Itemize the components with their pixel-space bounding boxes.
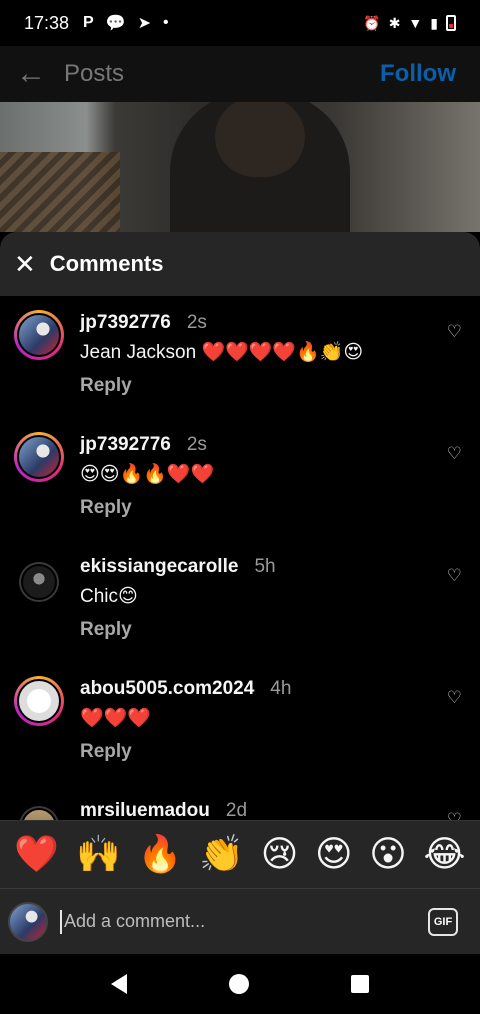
notification-icons: P 💬 ➤ • <box>83 13 169 33</box>
comment-username[interactable]: ekissiangecarolle <box>80 556 238 578</box>
nav-recents-icon[interactable] <box>351 975 369 993</box>
comment-text: Jean Jackson ❤️❤️❤️❤️🔥👏😍 <box>80 342 364 363</box>
status-bar: 17:38 P 💬 ➤ • ⏰ ✱ ▼ ▮ <box>0 0 480 46</box>
system-nav-bar <box>0 954 480 1014</box>
comment-username[interactable]: mrsiluemadou <box>80 800 210 820</box>
reply-button[interactable]: Reply <box>80 375 132 397</box>
heart-icon[interactable]: ♡ <box>447 688 462 708</box>
battery-icon <box>446 15 456 31</box>
back-arrow-icon[interactable]: ← <box>16 59 46 89</box>
comment-text: 😍😍🔥🔥❤️❤️ <box>80 464 215 485</box>
dot-icon: • <box>163 14 169 31</box>
p-notification-icon: P <box>83 14 94 31</box>
comment-item: jp7392776 2s 😍😍🔥🔥❤️❤️ Reply ♡ <box>0 418 480 540</box>
comment-input[interactable] <box>60 909 428 934</box>
status-time: 17:38 <box>24 12 70 33</box>
video-chair-shape <box>0 152 120 232</box>
reaction-fire[interactable]: 🔥 <box>138 836 183 873</box>
comment-time: 2s <box>186 312 207 333</box>
signal-icon: ▮ <box>430 14 438 31</box>
comment-composer: GIF <box>0 888 480 954</box>
comment-time: 4h <box>270 678 292 699</box>
close-icon[interactable]: ✕ <box>14 251 36 277</box>
heart-icon[interactable]: ♡ <box>447 810 462 820</box>
comment-time: 5h <box>254 556 276 577</box>
page-title: Posts <box>64 60 125 87</box>
comments-header: ✕ Comments <box>0 232 480 296</box>
follow-button[interactable]: Follow <box>380 60 464 88</box>
post-video-preview[interactable] <box>0 102 480 232</box>
posts-header: ← Posts Follow <box>0 46 480 102</box>
comment-time: 2s <box>186 434 207 455</box>
wifi-icon: ▼ <box>408 15 423 31</box>
comment-username[interactable]: jp7392776 <box>80 434 171 456</box>
comment-item: abou5005.com2024 4h ❤️❤️❤️ Reply ♡ <box>0 662 480 784</box>
comment-time: 2d <box>225 800 248 820</box>
avatar[interactable] <box>19 806 59 820</box>
quick-reaction-bar: ❤️ 🙌 🔥 👏 😢 😍 😮 😂 <box>0 820 480 888</box>
comments-panel: ✕ Comments jp7392776 2s Jean Jackson ❤️❤… <box>0 232 480 954</box>
comment-list[interactable]: jp7392776 2s Jean Jackson ❤️❤️❤️❤️🔥👏😍 Re… <box>0 296 480 820</box>
alarm-icon: ⏰ <box>363 14 381 31</box>
comment-item: ekissiangecarolle 5h Chic😊 Reply ♡ <box>0 540 480 662</box>
reaction-heart-eyes[interactable]: 😍 <box>315 836 353 873</box>
reaction-heart[interactable]: ❤️ <box>14 836 59 873</box>
comment-item: mrsiluemadou 2d ♡ <box>0 784 480 820</box>
comment-text: ❤️❤️❤️ <box>80 708 151 729</box>
avatar[interactable] <box>14 310 64 360</box>
comment-username[interactable]: abou5005.com2024 <box>80 678 254 700</box>
reply-button[interactable]: Reply <box>80 619 132 641</box>
system-icons: ⏰ ✱ ▼ ▮ <box>363 15 456 32</box>
heart-icon[interactable]: ♡ <box>447 566 462 586</box>
reaction-clap[interactable]: 👏 <box>199 836 244 873</box>
heart-icon[interactable]: ♡ <box>447 322 462 342</box>
bluetooth-icon: ✱ <box>388 14 401 31</box>
comment-item: jp7392776 2s Jean Jackson ❤️❤️❤️❤️🔥👏😍 Re… <box>0 296 480 418</box>
chat-bubble-icon: 💬 <box>105 15 126 32</box>
nav-home-icon[interactable] <box>229 974 249 994</box>
telegram-icon: ➤ <box>137 15 152 32</box>
comments-title: Comments <box>49 251 164 276</box>
avatar[interactable] <box>19 562 59 602</box>
reaction-crying[interactable]: 😢 <box>261 836 299 873</box>
avatar <box>8 901 48 942</box>
gif-button[interactable]: GIF <box>428 907 458 936</box>
nav-back-icon[interactable] <box>111 974 127 994</box>
reaction-laughing[interactable]: 😂 <box>424 836 466 873</box>
heart-icon[interactable]: ♡ <box>447 444 462 464</box>
video-face-shape <box>215 102 305 177</box>
reaction-raised-hands[interactable]: 🙌 <box>76 836 121 873</box>
avatar[interactable] <box>14 676 64 726</box>
comment-text: Chic😊 <box>80 586 138 607</box>
reply-button[interactable]: Reply <box>80 741 132 763</box>
reply-button[interactable]: Reply <box>80 497 132 519</box>
avatar[interactable] <box>14 432 64 482</box>
reaction-surprised[interactable]: 😮 <box>369 836 407 873</box>
comment-username[interactable]: jp7392776 <box>80 312 171 334</box>
